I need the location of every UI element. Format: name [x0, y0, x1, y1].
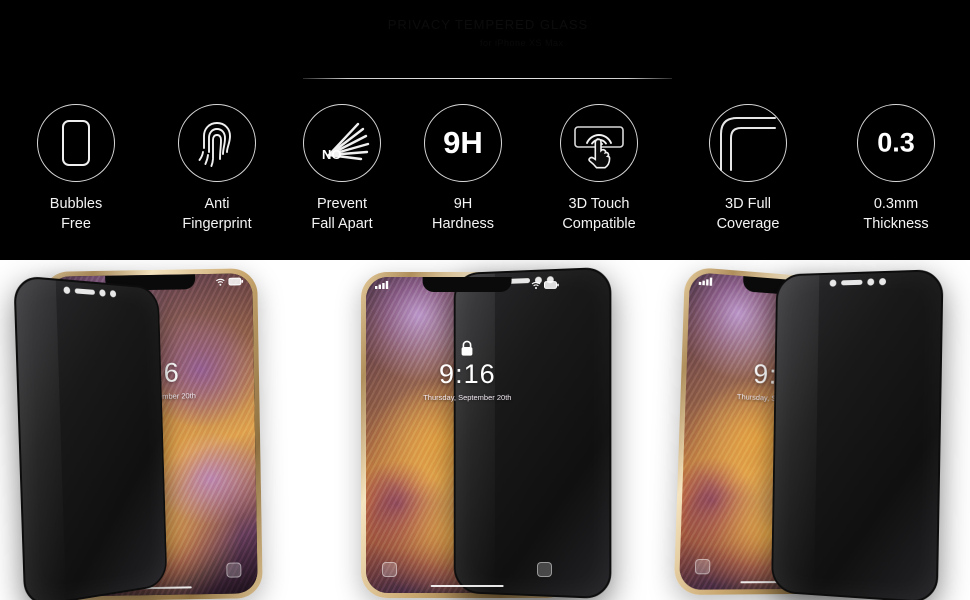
camera-icon[interactable] — [225, 562, 242, 578]
feature-label: Anti Fingerprint — [182, 196, 252, 232]
wifi-icon — [215, 278, 225, 286]
touch-hand-glyph — [574, 126, 624, 169]
feature-label: 0.3mm Thickness — [863, 196, 929, 232]
sensor-cutout — [63, 286, 71, 295]
product-listing-image: PRIVACY TEMPERED GLASS for iPhone XS Max… — [0, 0, 970, 600]
signal-bars — [698, 277, 712, 286]
feature-9h-hardness: 9H 9H Hardness — [402, 104, 524, 234]
privacy-glass-sheet — [770, 269, 944, 600]
lock-screen-info: 9:16 Thursday, September 20th — [366, 340, 568, 402]
banner-subheading: for iPhone XS Max — [480, 38, 564, 48]
thickness-03-text: 0.3 — [877, 127, 915, 158]
lock-date: Thursday, September 20th — [423, 393, 512, 403]
banner-divider — [303, 78, 672, 79]
no-text: NO — [322, 147, 342, 162]
sensor-cutout — [99, 289, 106, 297]
feature-label: 9H Hardness — [431, 196, 495, 232]
glass-cutouts — [63, 286, 117, 298]
phone-outline-icon — [37, 104, 115, 182]
rounded-corner-icon — [709, 104, 787, 182]
camera-cutout — [878, 278, 886, 286]
status-right — [215, 277, 244, 286]
no-shatter-icon: NO — [303, 104, 381, 182]
sensor-cutout — [829, 279, 837, 287]
feature-banner: PRIVACY TEMPERED GLASS for iPhone XS Max… — [0, 0, 970, 260]
feature-bubbles-free: Bubbles Free — [0, 104, 152, 234]
wifi-icon — [531, 281, 541, 289]
fingerprint-icon — [178, 104, 256, 182]
signal-bars — [375, 281, 389, 289]
signal-icon — [698, 272, 715, 291]
status-bar — [366, 279, 568, 291]
camera-icon[interactable] — [537, 562, 553, 578]
phone-outline-shape — [62, 120, 90, 166]
product-photo-1: 9:16 Thursday, September 20th — [0, 260, 324, 600]
hardness-9h-text: 9H — [443, 125, 483, 160]
camera-cutout — [109, 290, 117, 298]
status-right — [531, 281, 560, 289]
feature-3d-touch: 3D Touch Compatible — [524, 104, 674, 234]
feature-label: 3D Touch Compatible — [562, 196, 636, 232]
no-shatter-glyph: NO — [322, 122, 370, 162]
fingerprint-glyph — [198, 122, 231, 167]
flashlight-icon[interactable] — [694, 558, 711, 574]
hardness-9h-icon: 9H — [424, 104, 502, 182]
privacy-glass-sheet — [13, 274, 168, 600]
home-indicator — [430, 584, 504, 587]
battery-icon — [544, 281, 560, 289]
signal-icon — [375, 277, 391, 294]
thickness-03-icon: 0.3 — [857, 104, 935, 182]
feature-label: Prevent Fall Apart — [311, 196, 373, 232]
lock-icon — [461, 340, 473, 356]
battery-icon — [228, 277, 244, 286]
speaker-cutout — [840, 279, 863, 286]
feature-icon-row: Bubbles Free Anti Fingerprint NO Prevent… — [0, 104, 970, 234]
lock-time: 9:16 — [439, 359, 496, 390]
feature-prevent-fall-apart: NO Prevent Fall Apart — [282, 104, 402, 234]
product-photo-strip: 9:16 Thursday, September 20th — [0, 260, 970, 600]
glass-cutouts — [829, 278, 886, 287]
speaker-cutout — [74, 288, 95, 295]
rounded-corner-glyph — [720, 117, 776, 171]
banner-heading: PRIVACY TEMPERED GLASS — [387, 17, 589, 32]
feature-anti-fingerprint: Anti Fingerprint — [152, 104, 282, 234]
feature-label: 3D Full Coverage — [716, 196, 780, 232]
sensor-cutout — [866, 278, 874, 286]
flashlight-icon[interactable] — [382, 562, 398, 578]
product-photo-2: 9:16 Thursday, September 20th — [323, 260, 647, 600]
feature-thickness: 0.3 0.3mm Thickness — [822, 104, 970, 234]
feature-label: Bubbles Free — [49, 196, 103, 232]
touch-hand-icon — [560, 104, 638, 182]
feature-3d-full-coverage: 3D Full Coverage — [674, 104, 822, 234]
product-photo-3: 9:16 Thursday, September 20th — [646, 260, 970, 600]
privacy-glass-sheet — [454, 266, 612, 600]
